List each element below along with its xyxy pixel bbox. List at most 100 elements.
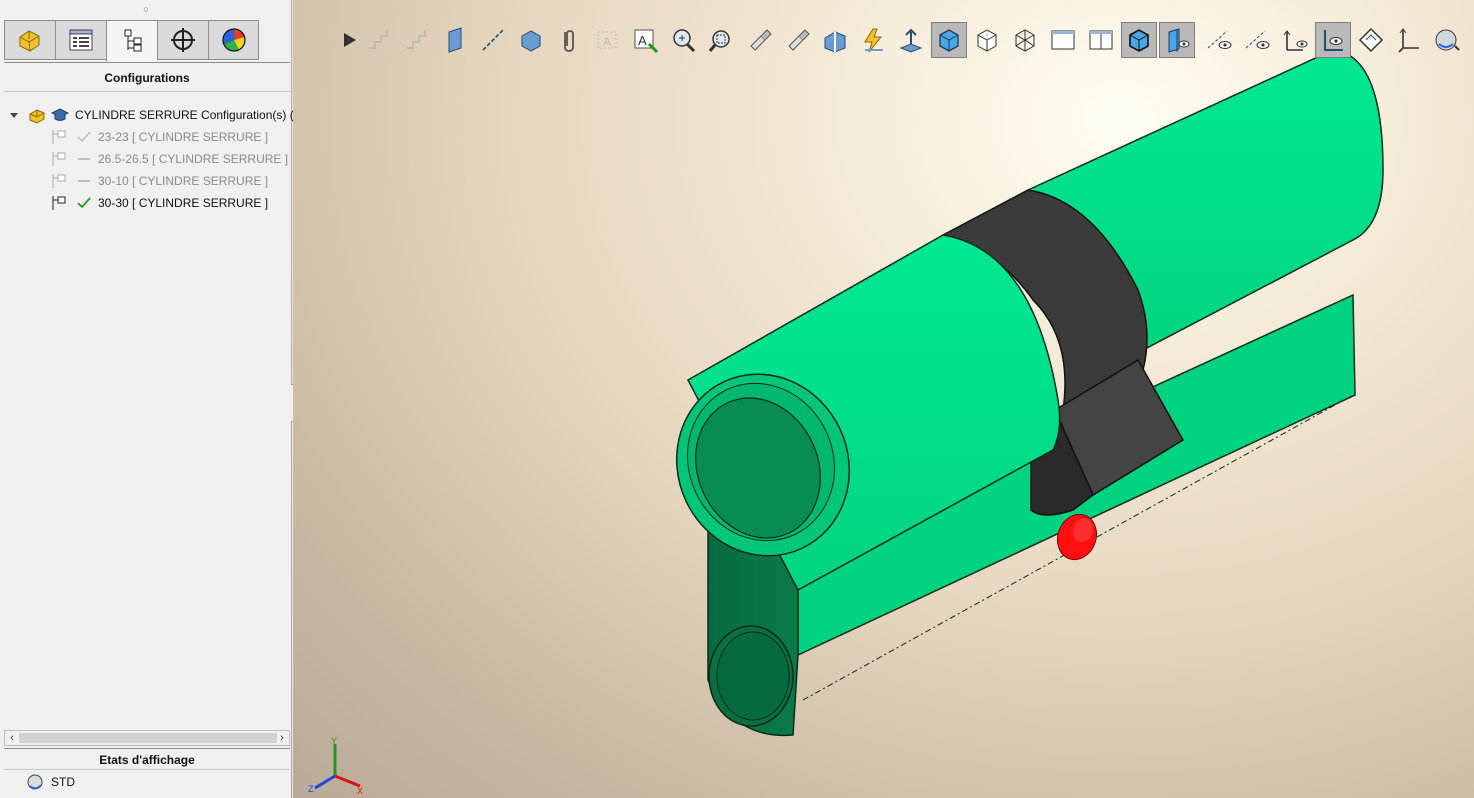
toolbar-button-stair-step[interactable] <box>399 22 435 58</box>
tab-display-manager[interactable] <box>208 20 259 60</box>
triad-y-label: Y <box>331 736 337 746</box>
lower-plug-inner <box>716 631 790 721</box>
toolbar-button-single-view[interactable] <box>1045 22 1081 58</box>
plane-icon <box>448 27 462 53</box>
manager-tab-bar <box>4 20 259 62</box>
toolbar-button-wireframe-cube[interactable] <box>1007 22 1043 58</box>
svg-text:A: A <box>603 35 611 49</box>
toolbar-button-coordinate[interactable] <box>1391 22 1427 58</box>
axis-icon <box>482 29 504 51</box>
toolbar-button-cube-wire[interactable] <box>513 22 549 58</box>
zoom-to-fit-icon <box>673 29 696 53</box>
eye-line-icon <box>1245 30 1270 49</box>
tree-root[interactable]: CYLINDRE SERRURE Configuration(s) (30 <box>0 104 307 126</box>
tab-configuration-manager[interactable] <box>106 20 157 62</box>
toolbar-button-stair-step[interactable] <box>361 22 397 58</box>
toolbar-button-annotation[interactable]: A <box>589 22 625 58</box>
tab-feature-manager[interactable] <box>4 20 55 60</box>
wireframe-cube-icon <box>1015 29 1035 52</box>
toolbar-button-paperclip[interactable] <box>551 22 587 58</box>
lock-cylinder-model[interactable] <box>293 0 1474 798</box>
scroll-right-icon[interactable]: › <box>275 730 289 746</box>
configuration-icon <box>50 129 66 145</box>
triad-x-label: X <box>357 786 363 796</box>
toolbar-button-flashlight[interactable] <box>741 22 777 58</box>
shaded-edges-icon <box>1129 29 1149 52</box>
feature-manager-panel: ○ Configurations CYLINDRE SERRURE Config… <box>0 0 307 798</box>
scroll-left-icon[interactable]: ‹ <box>5 730 19 746</box>
tab-property-manager[interactable] <box>55 20 106 60</box>
toolbar-button-text-annotation[interactable]: A <box>627 22 663 58</box>
stair-step-icon <box>407 30 426 49</box>
up-arrow-icon <box>899 28 923 53</box>
toolbar-button-axes-eye[interactable] <box>1277 22 1313 58</box>
configuration-label: 30-10 [ CYLINDRE SERRURE ] <box>98 174 269 188</box>
configuration-item[interactable]: 30-10 [ CYLINDRE SERRURE ] <box>0 170 292 192</box>
display-state-icon <box>27 774 43 790</box>
toolbar-button-rounded-corner[interactable] <box>1315 22 1351 58</box>
property-manager-icon <box>69 29 93 51</box>
stair-step-icon <box>369 30 388 49</box>
toolbar-button-shaded-edges[interactable] <box>1121 22 1157 58</box>
configuration-icon <box>50 173 66 189</box>
rounded-corner-icon <box>1324 30 1343 51</box>
graphics-viewport[interactable]: A A Y Z X <box>293 0 1474 798</box>
shaded-cube-icon <box>939 29 959 52</box>
toolbar-button-zoom-to-fit[interactable] <box>665 22 701 58</box>
feature-manager-icon <box>19 30 40 52</box>
cube-wire-icon <box>521 30 541 52</box>
tab-dimxpert-manager[interactable] <box>157 20 208 60</box>
toolbar-button-eye-line[interactable] <box>1201 22 1237 58</box>
zoom-to-area-icon <box>708 30 730 52</box>
section-view-icon <box>824 31 846 53</box>
single-view-icon <box>1051 30 1075 50</box>
configuration-item-active[interactable]: 30-30 [ CYLINDRE SERRURE ] <box>0 192 292 214</box>
dash-icon <box>76 173 92 189</box>
svg-text:A: A <box>638 33 647 48</box>
toolbar-button-two-view[interactable] <box>1083 22 1119 58</box>
hidden-lines-icon <box>977 29 997 52</box>
flashlight-icon <box>788 29 810 51</box>
configuration-label: 26.5-26.5 [ CYLINDRE SERRURE ] <box>98 152 289 166</box>
toolbar-button-lightning[interactable] <box>855 22 891 58</box>
configuration-label: 23-23 [ CYLINDRE SERRURE ] <box>98 130 269 144</box>
dash-icon <box>76 151 92 167</box>
toolbar-button-eye-line[interactable] <box>1239 22 1275 58</box>
toolbar-button-up-arrow[interactable] <box>893 22 929 58</box>
tree-root-label: CYLINDRE SERRURE Configuration(s) (30 <box>75 108 308 122</box>
toolbar-button-flashlight[interactable] <box>779 22 815 58</box>
configuration-label: 30-30 [ CYLINDRE SERRURE ] <box>98 196 269 210</box>
configuration-tree: CYLINDRE SERRURE Configuration(s) (30 23… <box>0 104 307 214</box>
toolbar-button-view-plane[interactable] <box>1159 22 1195 58</box>
annotation-icon: A <box>597 31 617 49</box>
panel-grip[interactable]: ○ <box>0 2 292 16</box>
toolbar-button-display-manager[interactable] <box>1469 22 1474 58</box>
configuration-item[interactable]: 26.5-26.5 [ CYLINDRE SERRURE ] <box>0 148 292 170</box>
configuration-icon <box>50 195 66 211</box>
diamond-icon <box>1358 27 1384 53</box>
text-annotation-icon: A <box>634 29 659 54</box>
coordinate-icon <box>1398 28 1419 53</box>
toolbar-button-axis[interactable] <box>475 22 511 58</box>
toolbar-button-zoom-to-area[interactable] <box>703 22 739 58</box>
lightning-icon <box>864 28 883 53</box>
toolbar-button-shaded-cube[interactable] <box>931 22 967 58</box>
expand-triangle-icon[interactable] <box>8 107 24 123</box>
inactive-check-icon <box>76 129 92 145</box>
toolbar-button-section-view[interactable] <box>817 22 853 58</box>
display-manager-icon <box>221 28 246 52</box>
toolbar-button-hidden-lines[interactable] <box>969 22 1005 58</box>
dimxpert-manager-icon <box>171 28 195 52</box>
configurations-title: Configurations <box>4 62 290 92</box>
scroll-thumb[interactable] <box>19 733 277 743</box>
axes-eye-icon <box>1283 30 1308 51</box>
horizontal-scrollbar[interactable]: ‹ › <box>4 730 290 746</box>
toolbar-button-plane[interactable] <box>437 22 473 58</box>
toolbar-button-diamond[interactable] <box>1353 22 1389 58</box>
two-view-icon <box>1089 30 1113 50</box>
configuration-item[interactable]: 23-23 [ CYLINDRE SERRURE ] <box>0 126 292 148</box>
flashlight-icon <box>750 29 772 51</box>
configuration-manager-icon <box>124 29 142 52</box>
toolbar-button-sphere[interactable] <box>1429 22 1465 58</box>
configuration-icon <box>50 151 66 167</box>
